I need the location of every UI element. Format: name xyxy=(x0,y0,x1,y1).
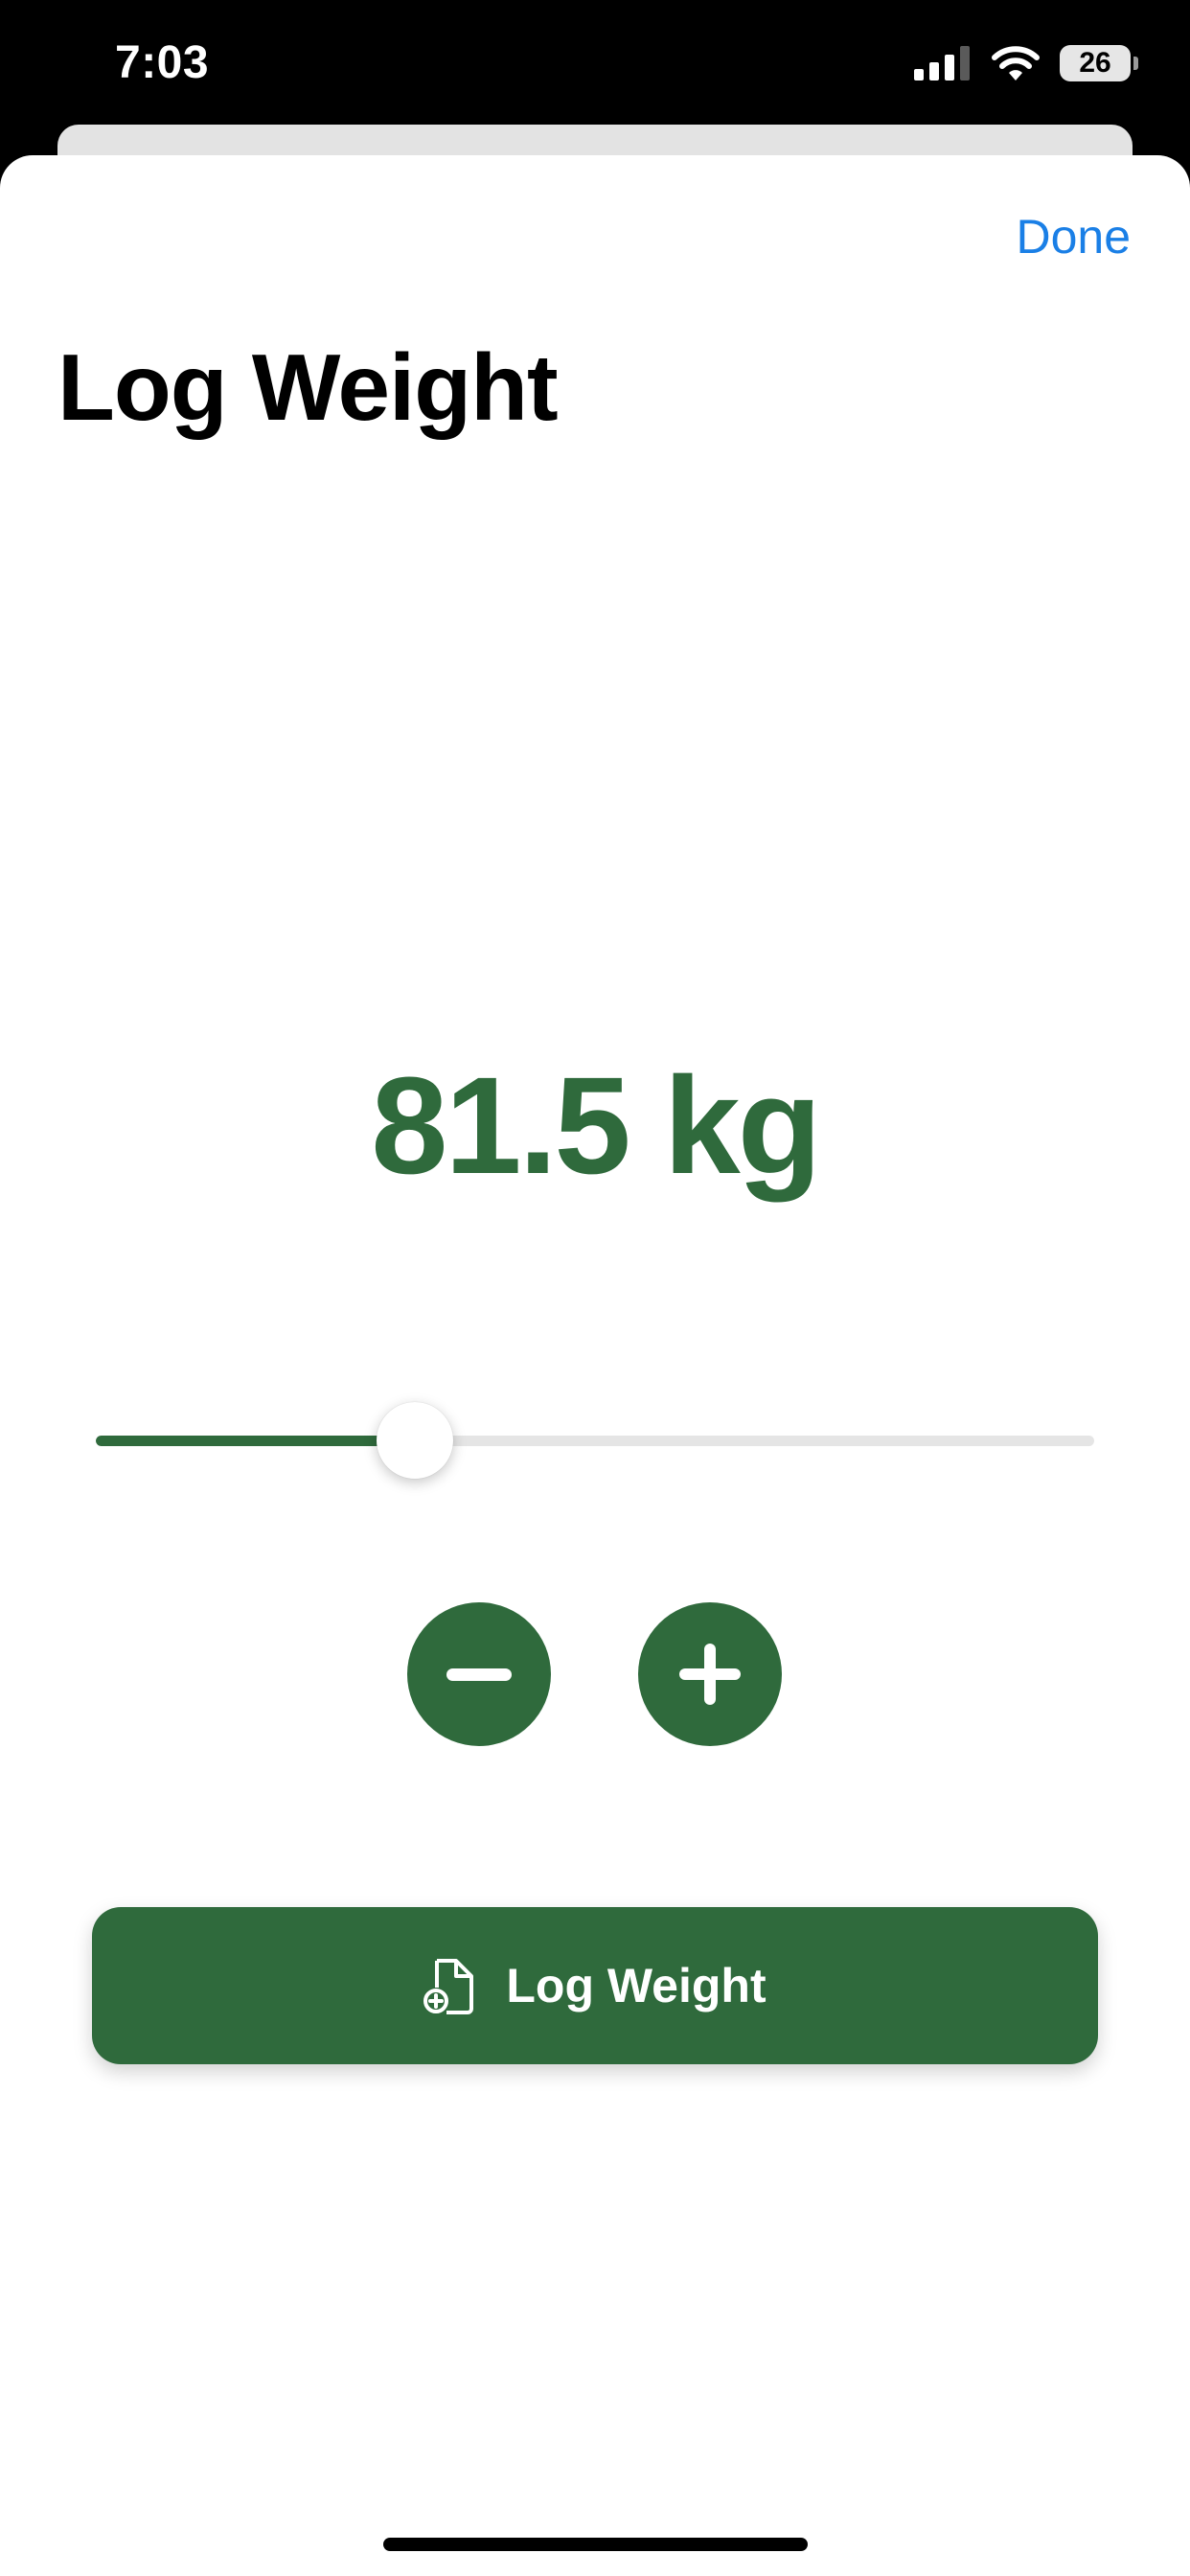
weight-slider[interactable] xyxy=(96,1401,1094,1479)
page-title: Log Weight xyxy=(57,334,559,440)
document-add-icon xyxy=(423,1959,474,2014)
increase-weight-button[interactable] xyxy=(638,1602,782,1746)
status-time: 7:03 xyxy=(115,37,210,88)
wifi-icon xyxy=(992,46,1040,80)
decrease-weight-button[interactable] xyxy=(407,1602,551,1746)
weight-value: 81.5 kg xyxy=(371,1048,821,1203)
status-icons: 26 xyxy=(914,42,1138,84)
battery-cap xyxy=(1133,57,1138,70)
done-button[interactable]: Done xyxy=(1016,209,1131,264)
slider-track xyxy=(96,1436,1094,1446)
minus-icon xyxy=(446,1668,512,1681)
battery-icon: 26 xyxy=(1060,45,1138,81)
slider-thumb[interactable] xyxy=(377,1402,454,1479)
log-weight-button[interactable]: Log Weight xyxy=(92,1907,1098,2064)
log-weight-sheet: Done Log Weight 81.5 kg Log Weight xyxy=(0,155,1190,2576)
status-bar: 7:03 26 xyxy=(0,0,1190,125)
plus-icon xyxy=(679,1644,741,1705)
log-weight-button-label: Log Weight xyxy=(506,1959,767,2012)
cellular-signal-icon xyxy=(914,46,970,80)
slider-fill xyxy=(96,1436,416,1446)
battery-level: 26 xyxy=(1079,47,1111,79)
home-indicator[interactable] xyxy=(383,2538,808,2551)
